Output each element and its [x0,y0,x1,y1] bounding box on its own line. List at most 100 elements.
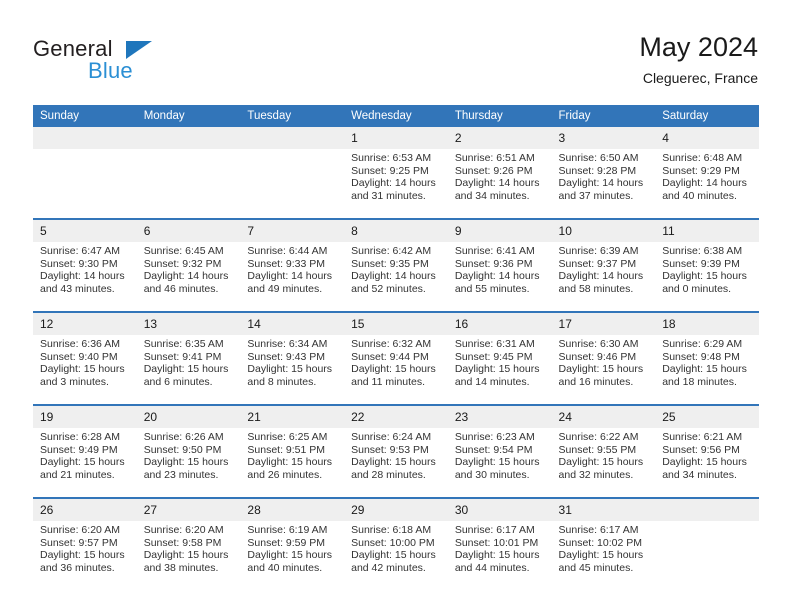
sunrise-text: Sunrise: 6:39 AM [558,245,639,257]
day-detail-cell[interactable]: Sunrise: 6:42 AM Sunset: 9:35 PM Daylight:… [344,242,448,311]
day-detail-cell[interactable]: Sunrise: 6:28 AM Sunset: 9:49 PM Daylight:… [33,428,137,497]
day-detail-cell[interactable]: Sunrise: 6:36 AM Sunset: 9:40 PM Daylight:… [33,335,137,404]
day-number-cell[interactable]: 11 [655,220,759,242]
day-number-cell[interactable]: 14 [240,313,345,335]
daylight-text: Daylight: 15 hours [40,363,125,376]
daylight-text: Daylight: 15 hours [247,456,333,469]
day-number-cell[interactable]: 22 [344,406,448,428]
day-detail-cell[interactable]: Sunrise: 6:17 AM Sunset: 10:02 PM Daylight… [551,521,656,590]
day-number-cell[interactable]: 18 [655,313,759,335]
daylight-text-cont: and 8 minutes. [247,375,317,388]
daylight-text: Daylight: 15 hours [662,456,747,469]
sunset-text: Sunset: 10:00 PM [351,536,435,549]
day-detail-cell[interactable]: Sunrise: 6:25 AM Sunset: 9:51 PM Daylight:… [240,428,345,497]
day-number-cell[interactable]: 3 [551,127,656,149]
day-detail-cell[interactable]: Sunrise: 6:38 AM Sunset: 9:39 PM Daylight:… [655,242,759,311]
day-detail-cell[interactable]: Sunrise: 6:45 AM Sunset: 9:32 PM Daylight:… [136,242,241,311]
daylight-text: Daylight: 15 hours [454,549,540,562]
daylight-text-cont: and 23 minutes. [143,468,219,481]
sunrise-text: Sunrise: 6:25 AM [247,431,328,443]
day-number-cell[interactable]: 23 [447,406,552,428]
day-number-cell[interactable]: 20 [136,406,241,428]
day-number-cell[interactable]: 8 [344,220,448,242]
day-number-cell[interactable]: 27 [136,499,241,521]
day-number-cell[interactable]: 9 [447,220,552,242]
day-number-cell[interactable]: 24 [551,406,656,428]
day-detail-cell[interactable]: Sunrise: 6:29 AM Sunset: 9:48 PM Daylight:… [655,335,759,404]
day-number-cell[interactable]: 26 [33,499,137,521]
sunrise-text: Sunrise: 6:32 AM [351,338,432,350]
day-detail-cell[interactable]: Sunrise: 6:19 AM Sunset: 9:59 PM Daylight:… [240,521,345,590]
daylight-text-cont: and 42 minutes. [351,561,426,574]
daylight-text: Daylight: 14 hours [454,177,540,190]
daylight-text: Daylight: 14 hours [558,177,644,190]
day-detail-cell[interactable]: Sunrise: 6:30 AM Sunset: 9:46 PM Daylight:… [551,335,656,404]
day-detail-cell[interactable]: Sunrise: 6:24 AM Sunset: 9:53 PM Daylight:… [344,428,448,497]
day-number-cell[interactable]: 29 [344,499,448,521]
sunset-text: Sunset: 9:39 PM [662,257,740,270]
day-detail-cell[interactable]: Sunrise: 6:47 AM Sunset: 9:30 PM Daylight:… [33,242,137,311]
calendar-body: 1 2 3 4 Sunrise: 6:53 AM Sunset: 9:25 PM Dayli… [33,127,759,590]
sunset-text: Sunset: 9:26 PM [454,164,533,177]
sunrise-text: Sunrise: 6:28 AM [40,431,120,443]
day-detail-cell[interactable]: Sunrise: 6:50 AM Sunset: 9:28 PM Daylight:… [551,149,656,218]
weekday-header-thursday: Thursday [447,105,552,127]
generalblue-logo: General Blue [33,36,213,86]
day-detail-cell-empty [655,521,759,590]
day-number-cell[interactable]: 19 [33,406,137,428]
daylight-text: Daylight: 15 hours [662,270,747,283]
day-number-cell[interactable]: 10 [551,220,656,242]
day-number-cell[interactable]: 4 [655,127,759,149]
sunset-text: Sunset: 9:35 PM [351,257,429,270]
sunset-text: Sunset: 9:57 PM [40,536,118,549]
day-detail-cell[interactable]: Sunrise: 6:41 AM Sunset: 9:36 PM Daylight:… [447,242,552,311]
day-detail-cell[interactable]: Sunrise: 6:31 AM Sunset: 9:45 PM Daylight:… [447,335,552,404]
day-number-cell[interactable]: 13 [136,313,241,335]
sunset-text: Sunset: 9:45 PM [454,350,533,363]
day-detail-cell[interactable]: Sunrise: 6:20 AM Sunset: 9:57 PM Daylight:… [33,521,137,590]
day-detail-cell[interactable]: Sunrise: 6:44 AM Sunset: 9:33 PM Daylight:… [240,242,345,311]
sunrise-text: Sunrise: 6:19 AM [247,524,328,536]
day-detail-cell[interactable]: Sunrise: 6:53 AM Sunset: 9:25 PM Daylight:… [344,149,448,218]
day-number-cell[interactable]: 7 [240,220,345,242]
day-number-cell[interactable]: 16 [447,313,552,335]
day-number-cell[interactable]: 5 [33,220,137,242]
day-detail-cell[interactable]: Sunrise: 6:22 AM Sunset: 9:55 PM Daylight:… [551,428,656,497]
day-number-cell[interactable]: 15 [344,313,448,335]
daylight-text: Daylight: 15 hours [454,363,540,376]
daylight-text: Daylight: 14 hours [662,177,747,190]
daylight-text: Daylight: 15 hours [351,549,436,562]
daylight-text: Daylight: 14 hours [454,270,540,283]
day-number-cell[interactable]: 28 [240,499,345,521]
day-number-cell[interactable]: 1 [344,127,448,149]
day-detail-cell[interactable]: Sunrise: 6:18 AM Sunset: 10:00 PM Daylight… [344,521,448,590]
day-detail-cell[interactable]: Sunrise: 6:34 AM Sunset: 9:43 PM Daylight:… [240,335,345,404]
day-detail-cell[interactable]: Sunrise: 6:35 AM Sunset: 9:41 PM Daylight:… [136,335,241,404]
logo-triangle-icon [126,41,152,59]
sunrise-text: Sunrise: 6:20 AM [40,524,120,536]
daylight-text: Daylight: 14 hours [247,270,333,283]
sunrise-text: Sunrise: 6:34 AM [247,338,328,350]
day-number-cell[interactable]: 17 [551,313,656,335]
day-number-cell[interactable]: 6 [136,220,241,242]
day-number-cell[interactable]: 25 [655,406,759,428]
day-detail-cell[interactable]: Sunrise: 6:48 AM Sunset: 9:29 PM Daylight:… [655,149,759,218]
day-detail-cell[interactable]: Sunrise: 6:26 AM Sunset: 9:50 PM Daylight:… [136,428,241,497]
day-number-cell[interactable]: 30 [447,499,552,521]
sunset-text: Sunset: 9:58 PM [143,536,222,549]
day-number-cell[interactable]: 21 [240,406,345,428]
day-number-cell[interactable]: 31 [551,499,656,521]
daylight-text-cont: and 58 minutes. [558,282,634,295]
daylight-text: Daylight: 15 hours [558,363,644,376]
day-number-cell[interactable]: 12 [33,313,137,335]
day-detail-cell[interactable]: Sunrise: 6:21 AM Sunset: 9:56 PM Daylight:… [655,428,759,497]
day-detail-cell[interactable]: Sunrise: 6:51 AM Sunset: 9:26 PM Daylight:… [447,149,552,218]
day-detail-cell[interactable]: Sunrise: 6:32 AM Sunset: 9:44 PM Daylight:… [344,335,448,404]
day-detail-cell[interactable]: Sunrise: 6:39 AM Sunset: 9:37 PM Daylight:… [551,242,656,311]
sunset-text: Sunset: 9:40 PM [40,350,118,363]
day-detail-cell[interactable]: Sunrise: 6:23 AM Sunset: 9:54 PM Daylight:… [447,428,552,497]
day-detail-cell[interactable]: Sunrise: 6:20 AM Sunset: 9:58 PM Daylight:… [136,521,241,590]
day-number-cell[interactable]: 2 [447,127,552,149]
day-detail-cell[interactable]: Sunrise: 6:17 AM Sunset: 10:01 PM Daylight… [447,521,552,590]
daylight-text: Daylight: 14 hours [40,270,125,283]
